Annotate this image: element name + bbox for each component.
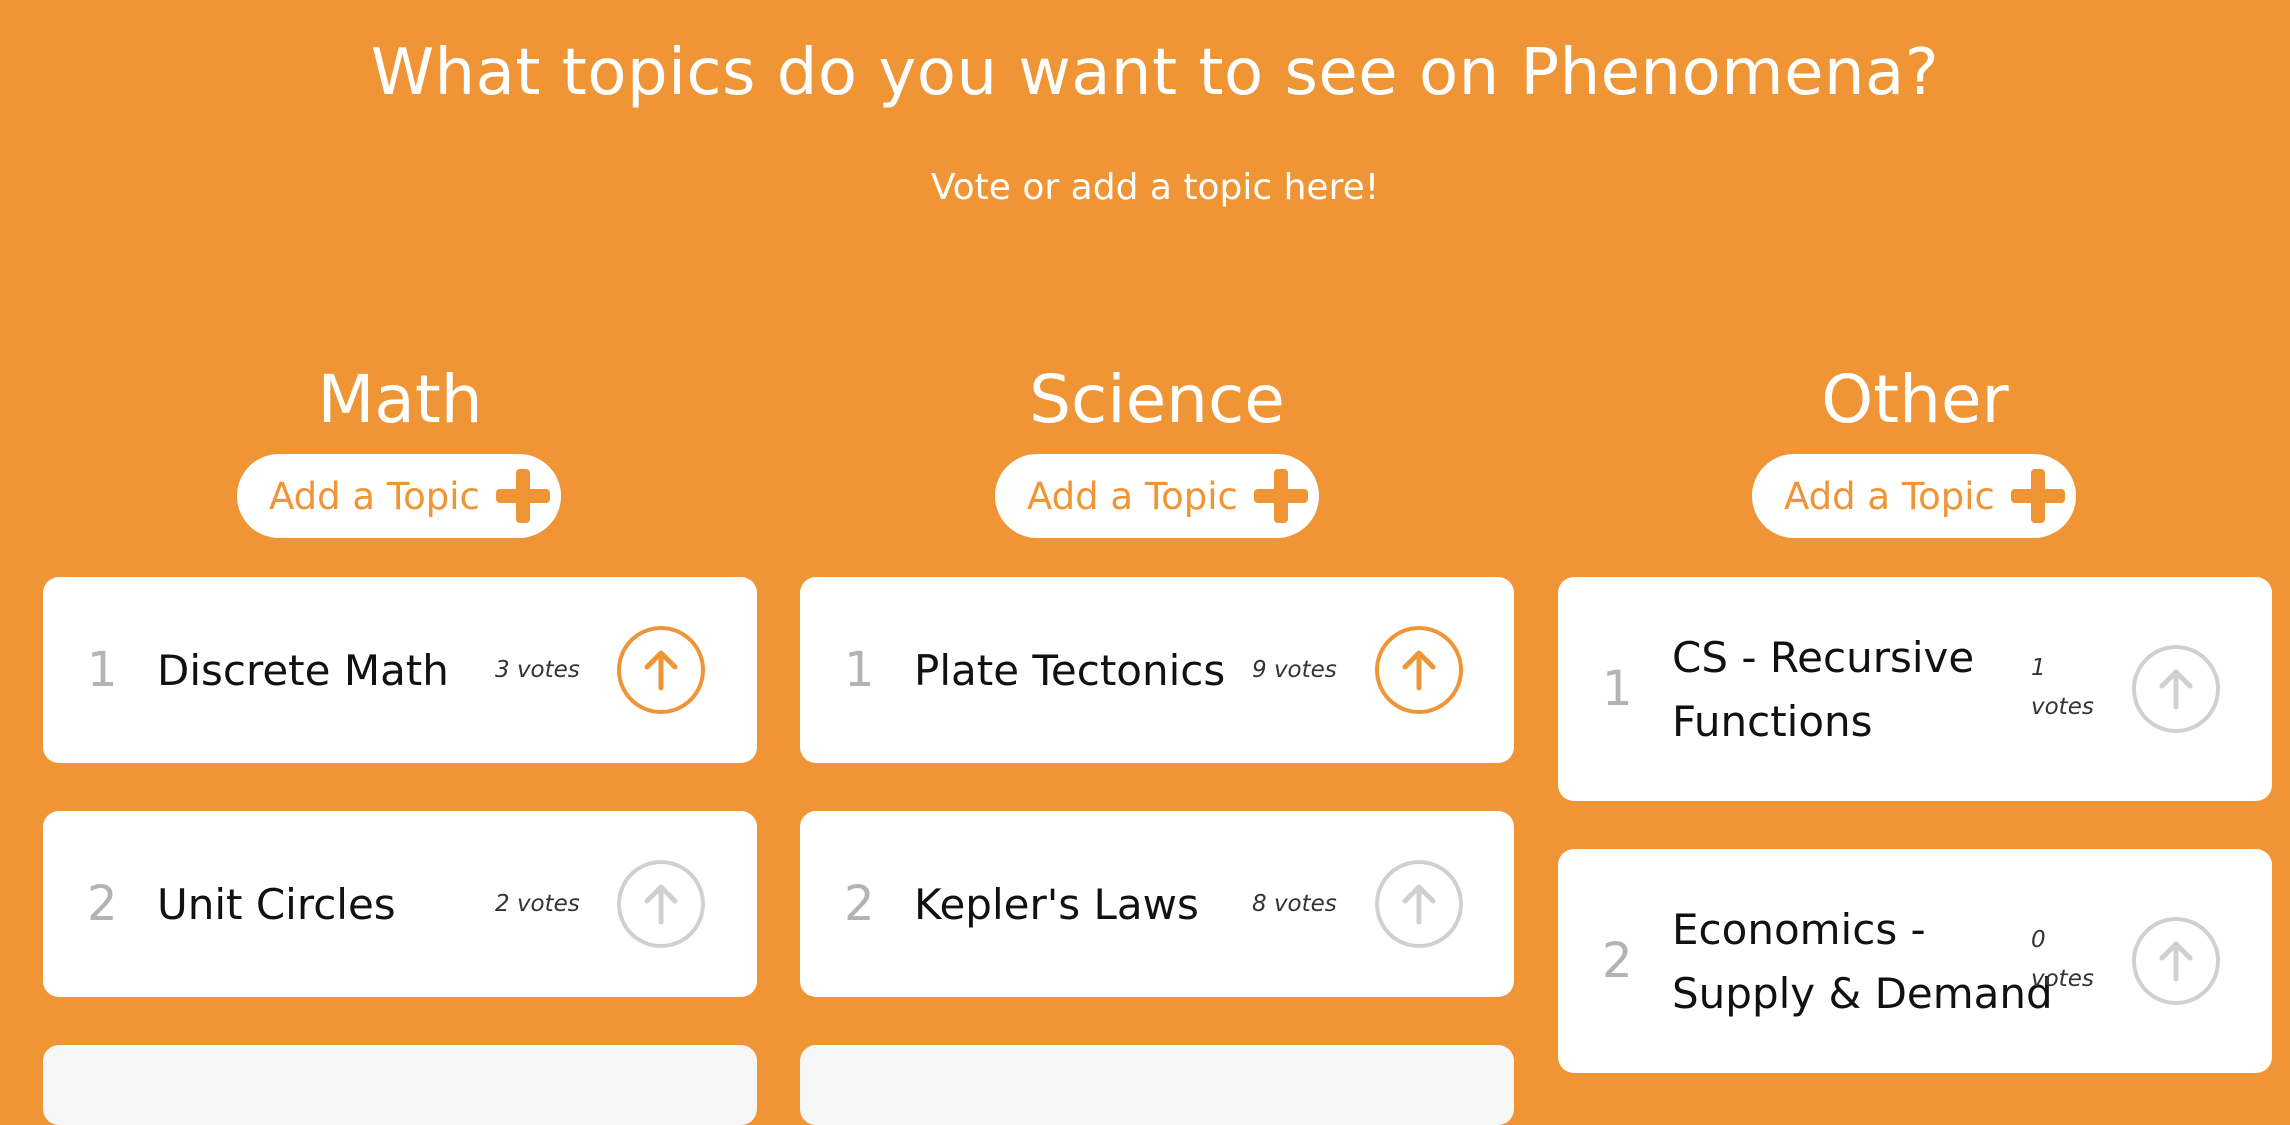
add-topic-label: Add a Topic [1027, 474, 1238, 518]
column-heading: Math [317, 361, 483, 438]
vote-count: 2 votes [495, 891, 580, 917]
arrow-up-icon [1402, 650, 1436, 691]
topic-card: 1 CS - Recursive Functions 1 votes [1558, 577, 2272, 801]
column-heading: Science [1029, 361, 1285, 438]
vote-count-number: 0 [2031, 927, 2046, 953]
add-topic-label: Add a Topic [269, 474, 480, 518]
arrow-up-icon [2159, 669, 2193, 710]
upvote-button[interactable] [1375, 626, 1463, 714]
topic-name-line2: Supply & Demand [1672, 969, 2053, 1018]
topic-card: 1 Plate Tectonics 9 votes [800, 577, 1514, 763]
topic-name: Discrete Math [157, 646, 449, 695]
topic-rank: 2 [87, 876, 118, 932]
vote-count-label: votes [2031, 966, 2094, 992]
topic-name-line2: Functions [1672, 697, 1873, 746]
vote-count: 8 votes [1252, 891, 1337, 917]
topic-rank: 1 [87, 642, 118, 698]
topic-card: 2 Kepler's Laws 8 votes [800, 811, 1514, 997]
topic-card: 2 Unit Circles 2 votes [43, 811, 757, 997]
vote-count: 3 votes [495, 657, 580, 683]
vote-count: 9 votes [1252, 657, 1337, 683]
add-topic-button[interactable]: Add a Topic [1752, 454, 2076, 538]
upvote-button[interactable] [617, 626, 705, 714]
upvote-button[interactable] [2132, 917, 2220, 1005]
topic-name: Unit Circles [157, 880, 396, 929]
arrow-up-icon [1402, 884, 1436, 925]
upvote-button[interactable] [1375, 860, 1463, 948]
column-other: Other Add a Topic 1 CS - Recursive Funct… [1558, 0, 2272, 1094]
add-topic-button[interactable]: Add a Topic [237, 454, 561, 538]
column-heading: Other [1821, 361, 2009, 438]
arrow-up-icon [644, 650, 678, 691]
add-topic-label: Add a Topic [1784, 474, 1995, 518]
topic-rank: 1 [1602, 661, 1633, 717]
plus-icon [1253, 469, 1308, 523]
upvote-button[interactable] [2132, 645, 2220, 733]
vote-count-number: 1 [2031, 655, 2046, 681]
topic-name: Plate Tectonics [914, 646, 1226, 695]
topic-card: 1 Discrete Math 3 votes [43, 577, 757, 763]
column-science: Science Add a Topic 1 Plate Tectonics 9 … [800, 0, 1514, 1125]
topic-rank: 1 [844, 642, 875, 698]
vote-count-label: votes [2031, 694, 2094, 720]
plus-icon [495, 469, 550, 523]
topic-card [800, 1045, 1514, 1125]
arrow-up-icon [2159, 941, 2193, 982]
topic-rank: 2 [844, 876, 875, 932]
column-math: Math Add a Topic 1 Discrete Math 3 votes… [43, 0, 757, 1125]
topic-card: 2 Economics - Supply & Demand 0 votes [1558, 849, 2272, 1073]
topic-name-line1: CS - Recursive [1672, 633, 1975, 682]
topic-rank: 2 [1602, 933, 1633, 989]
arrow-up-icon [644, 884, 678, 925]
topic-name: Kepler's Laws [914, 880, 1199, 929]
upvote-button[interactable] [617, 860, 705, 948]
topic-card [43, 1045, 757, 1125]
topic-name-line1: Economics - [1672, 905, 1926, 954]
add-topic-button[interactable]: Add a Topic [995, 454, 1319, 538]
plus-icon [2010, 469, 2065, 523]
